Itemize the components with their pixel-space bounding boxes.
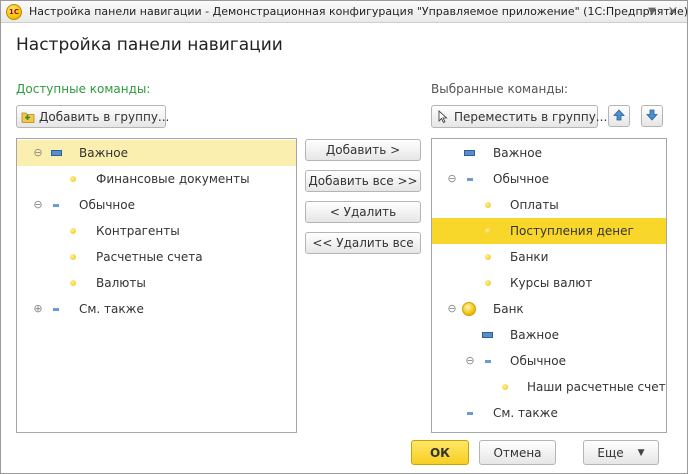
tree-row-banks[interactable]: Банки — [432, 244, 666, 270]
page-title: Настройка панели навигации — [16, 35, 283, 55]
tree-row-our-accounts[interactable]: Наши расчетные счета — [432, 374, 666, 400]
arrow-up-icon — [613, 108, 625, 124]
tree-item-label: Обычное — [493, 172, 549, 186]
important-icon — [482, 332, 493, 338]
move-up-button[interactable] — [608, 105, 630, 127]
tree-row-currencies[interactable]: Валюты — [17, 270, 296, 296]
normal-group-icon — [467, 178, 473, 181]
tree-item-label: См. также — [493, 406, 558, 420]
collapse-icon[interactable]: ⊖ — [447, 303, 457, 314]
command-dot-icon — [485, 228, 491, 234]
command-dot-icon — [70, 254, 76, 260]
important-icon — [51, 150, 62, 156]
collapse-icon[interactable]: ⊖ — [33, 147, 43, 158]
tree-item-label: Банк — [493, 302, 524, 316]
tree-item-label: Важное — [79, 146, 128, 160]
more-actions-button[interactable]: Еще ▼ — [583, 440, 659, 465]
tree-item-label: Важное — [493, 146, 542, 160]
tree-item-label: Курсы валют — [510, 276, 593, 290]
tree-row-normal[interactable]: ⊖ Обычное — [17, 192, 296, 218]
tree-row-financial-docs[interactable]: Финансовые документы — [17, 166, 296, 192]
window-menu-icon[interactable]: ▼ — [644, 4, 660, 20]
add-to-group-label: Добавить в группу... — [39, 109, 170, 124]
command-dot-icon — [485, 202, 491, 208]
tree-row-bank-important[interactable]: Важное — [432, 322, 666, 348]
app-logo-icon: 1С — [6, 4, 22, 20]
expand-icon[interactable]: ⊕ — [33, 303, 43, 314]
tree-item-label: Финансовые документы — [96, 172, 250, 186]
close-icon[interactable]: × — [665, 4, 681, 20]
dialog-window: 1С Настройка панели навигации - Демонстр… — [0, 0, 688, 474]
normal-group-icon — [53, 204, 59, 207]
command-dot-icon — [70, 176, 76, 182]
tree-item-label: Поступления денег — [510, 224, 634, 238]
tree-row-important[interactable]: Важное — [432, 140, 666, 166]
command-dot-icon — [485, 280, 491, 286]
tree-item-label: См. также — [79, 302, 144, 316]
chevron-down-icon: ▼ — [637, 447, 645, 458]
normal-group-icon — [53, 308, 59, 311]
tree-row-see-also[interactable]: См. также — [432, 400, 666, 426]
normal-group-icon — [485, 360, 491, 363]
tree-item-label: Обычное — [510, 354, 566, 368]
selected-commands-label: Выбранные команды: — [431, 82, 569, 96]
ok-button[interactable]: ОК — [411, 440, 469, 465]
tree-item-label: Банки — [510, 250, 549, 264]
tree-item-label: Наши расчетные счета — [527, 380, 667, 394]
more-label: Еще — [597, 445, 624, 460]
bank-section-icon — [462, 302, 476, 316]
add-to-group-button[interactable]: Добавить в группу... — [16, 105, 170, 128]
add-all-button[interactable]: Добавить все >> — [305, 170, 421, 192]
command-dot-icon — [70, 228, 76, 234]
add-button[interactable]: Добавить > — [305, 139, 421, 161]
remove-button[interactable]: < Удалить — [305, 201, 421, 223]
selected-commands-tree[interactable]: Важное ⊖ Обычное Оплаты Поступления дене… — [431, 138, 667, 433]
tree-row-bank-accounts[interactable]: Расчетные счета — [17, 244, 296, 270]
title-bar: 1С Настройка панели навигации - Демонстр… — [1, 1, 688, 23]
tree-item-label: Обычное — [79, 198, 135, 212]
collapse-icon[interactable]: ⊖ — [447, 173, 457, 184]
move-to-group-button[interactable]: Переместить в группу... — [431, 105, 607, 128]
command-dot-icon — [502, 384, 508, 390]
window-title: Настройка панели навигации - Демонстраци… — [29, 5, 688, 18]
collapse-icon[interactable]: ⊖ — [33, 199, 43, 210]
tree-row-exchange-rates[interactable]: Курсы валют — [432, 270, 666, 296]
important-icon — [464, 150, 475, 156]
tree-row-see-also[interactable]: ⊕ См. также — [17, 296, 296, 322]
folder-add-icon — [21, 110, 35, 124]
collapse-icon[interactable]: ⊖ — [465, 355, 475, 366]
tree-row-important[interactable]: ⊖ Важное — [17, 140, 296, 166]
tree-row-payments[interactable]: Оплаты — [432, 192, 666, 218]
available-commands-label: Доступные команды: — [16, 82, 151, 96]
command-dot-icon — [70, 280, 76, 286]
move-to-group-label: Переместить в группу... — [454, 109, 608, 124]
tree-item-label: Оплаты — [510, 198, 559, 212]
tree-item-label: Расчетные счета — [96, 250, 203, 264]
cancel-button[interactable]: Отмена — [479, 440, 556, 465]
move-down-button[interactable] — [641, 105, 663, 127]
remove-all-button[interactable]: << Удалить все — [305, 232, 421, 254]
tree-row-counterparties[interactable]: Контрагенты — [17, 218, 296, 244]
tree-row-bank-section[interactable]: ⊖ Банк — [432, 296, 666, 322]
cursor-move-icon — [436, 109, 450, 124]
normal-group-icon — [467, 412, 473, 415]
command-dot-icon — [485, 254, 491, 260]
tree-row-normal[interactable]: ⊖ Обычное — [432, 166, 666, 192]
tree-item-label: Важное — [510, 328, 559, 342]
available-commands-tree[interactable]: ⊖ Важное Финансовые документы ⊖ Обычное … — [16, 138, 297, 433]
tree-row-money-receipts[interactable]: Поступления денег — [432, 218, 666, 244]
tree-item-label: Валюты — [96, 276, 146, 290]
tree-row-bank-normal[interactable]: ⊖ Обычное — [432, 348, 666, 374]
tree-item-label: Контрагенты — [96, 224, 180, 238]
arrow-down-icon — [646, 109, 658, 124]
